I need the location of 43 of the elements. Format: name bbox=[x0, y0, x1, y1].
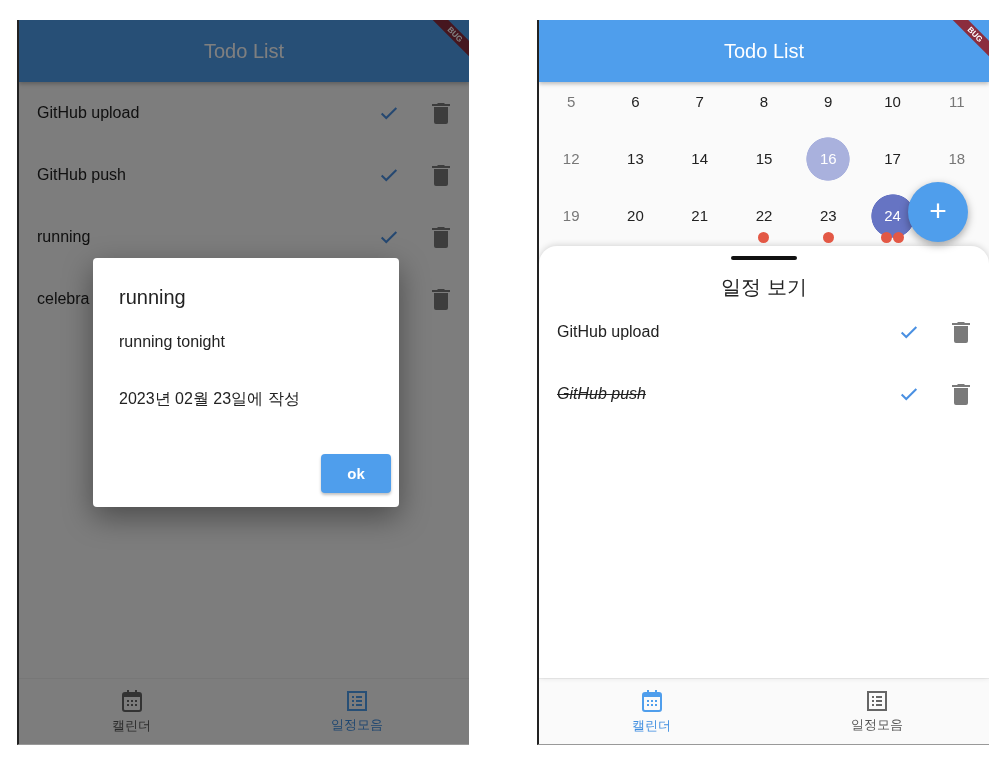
todo-title: GitHub upload bbox=[37, 104, 140, 122]
calendar-day[interactable]: 10 bbox=[870, 82, 915, 124]
calendar-day[interactable]: 20 bbox=[613, 193, 658, 238]
trash-icon[interactable] bbox=[431, 226, 451, 248]
todo-title: GitHub push bbox=[37, 166, 126, 184]
calendar-day[interactable]: 13 bbox=[613, 136, 658, 181]
calendar-day[interactable]: 23 bbox=[806, 193, 851, 238]
calendar-day[interactable]: 24 bbox=[870, 193, 915, 238]
sheet-title: 일정 보기 bbox=[721, 275, 807, 300]
calendar-day[interactable]: 12 bbox=[549, 136, 594, 181]
nav-tab[interactable]: 일정모음 bbox=[764, 679, 989, 744]
trash-icon[interactable] bbox=[951, 321, 971, 343]
created-date: 2023년 02월 23일에 작성 bbox=[119, 389, 301, 409]
drag-handle[interactable] bbox=[731, 256, 797, 260]
trash-icon[interactable] bbox=[951, 383, 971, 405]
nav-tab[interactable]: 캘린더 bbox=[19, 679, 244, 744]
calendar-day[interactable]: 15 bbox=[742, 136, 786, 181]
calendar-day[interactable]: 18 bbox=[934, 136, 979, 181]
trash-icon[interactable] bbox=[431, 102, 451, 124]
todo-title: celebra bbox=[37, 290, 90, 308]
calendar-day[interactable]: 17 bbox=[870, 136, 915, 181]
calendar-day[interactable]: 8 bbox=[742, 82, 786, 124]
app-title: Todo List bbox=[203, 39, 285, 63]
app-title: Todo List bbox=[723, 39, 805, 63]
calendar-icon[interactable] bbox=[640, 688, 663, 713]
calendar-day[interactable]: 21 bbox=[677, 193, 722, 238]
calendar-day[interactable]: 7 bbox=[677, 82, 722, 124]
trash-icon[interactable] bbox=[431, 164, 451, 186]
calendar-day[interactable]: 11 bbox=[934, 82, 979, 124]
todo-title: GitHub push bbox=[557, 385, 646, 403]
calendar-day[interactable]: 22 bbox=[742, 193, 786, 238]
calendar-day[interactable]: 19 bbox=[549, 193, 594, 238]
todo-title: GitHub upload bbox=[557, 323, 660, 341]
calendar-day[interactable]: 6 bbox=[613, 82, 658, 124]
dialog-text: running tonight bbox=[119, 333, 226, 351]
calendar-day[interactable]: 9 bbox=[806, 82, 851, 124]
trash-icon[interactable] bbox=[431, 288, 451, 310]
todo-title: running bbox=[37, 228, 91, 246]
calendar-icon[interactable] bbox=[120, 688, 143, 713]
calendar-day[interactable]: 14 bbox=[677, 136, 722, 181]
dialog-title: running bbox=[119, 286, 187, 309]
calendar-day[interactable]: 5 bbox=[549, 82, 594, 124]
list-icon[interactable] bbox=[865, 689, 888, 712]
